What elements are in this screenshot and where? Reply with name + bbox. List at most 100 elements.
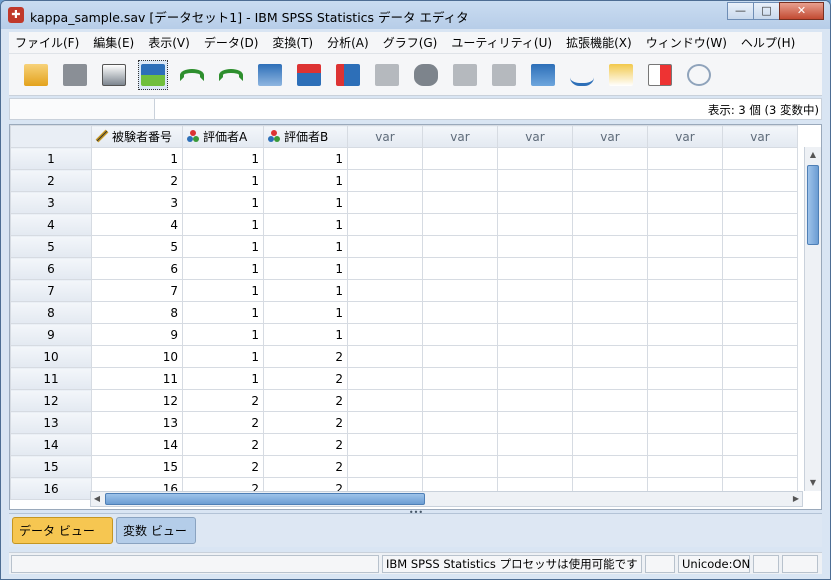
tab-variable-view[interactable]: 変数 ビュー <box>116 517 196 544</box>
empty-cell[interactable] <box>722 279 798 302</box>
empty-cell[interactable] <box>647 345 723 368</box>
empty-cell[interactable] <box>422 389 498 412</box>
empty-cell[interactable] <box>422 169 498 192</box>
empty-cell[interactable] <box>722 323 798 346</box>
redo-icon[interactable] <box>216 60 246 90</box>
empty-cell[interactable] <box>347 235 423 258</box>
data-cell[interactable]: 1 <box>182 345 264 368</box>
data-cell[interactable]: 13 <box>91 411 183 434</box>
minimize-button[interactable]: — <box>727 2 754 20</box>
empty-cell[interactable] <box>572 323 648 346</box>
empty-cell[interactable] <box>347 213 423 236</box>
goto-case-icon[interactable] <box>255 60 285 90</box>
empty-cell[interactable] <box>647 433 723 456</box>
empty-cell[interactable] <box>422 345 498 368</box>
empty-cell[interactable] <box>497 411 573 434</box>
empty-cell[interactable] <box>647 257 723 280</box>
data-cell[interactable]: 2 <box>182 411 264 434</box>
row-number[interactable]: 3 <box>10 191 92 214</box>
empty-cell[interactable] <box>497 301 573 324</box>
row-number[interactable]: 9 <box>10 323 92 346</box>
menu-file[interactable]: ファイル(F) <box>9 34 85 51</box>
empty-cell[interactable] <box>647 169 723 192</box>
empty-cell[interactable] <box>347 323 423 346</box>
empty-cell[interactable] <box>647 235 723 258</box>
menu-transform[interactable]: 変換(T) <box>266 34 319 51</box>
close-button[interactable]: ✕ <box>779 2 824 20</box>
empty-cell[interactable] <box>572 169 648 192</box>
data-cell[interactable]: 1 <box>182 323 264 346</box>
data-cell[interactable]: 1 <box>263 169 348 192</box>
data-cell[interactable]: 1 <box>263 279 348 302</box>
column-header-1[interactable]: 被験者番号 <box>91 125 183 148</box>
scroll-up-icon[interactable]: ▲ <box>807 148 819 162</box>
cell-reference-field[interactable] <box>10 99 155 119</box>
empty-cell[interactable] <box>572 433 648 456</box>
select-cases-icon[interactable] <box>606 60 636 90</box>
empty-cell[interactable] <box>497 147 573 170</box>
empty-cell[interactable] <box>722 455 798 478</box>
empty-cell[interactable] <box>347 455 423 478</box>
data-cell[interactable]: 5 <box>91 235 183 258</box>
empty-cell[interactable] <box>572 301 648 324</box>
empty-cell[interactable] <box>722 147 798 170</box>
weight-cases-icon[interactable] <box>567 60 597 90</box>
row-number[interactable]: 8 <box>10 301 92 324</box>
empty-cell[interactable] <box>572 235 648 258</box>
empty-cell[interactable] <box>722 367 798 390</box>
data-cell[interactable]: 1 <box>263 147 348 170</box>
empty-cell[interactable] <box>572 213 648 236</box>
menu-analyze[interactable]: 分析(A) <box>321 34 375 51</box>
empty-cell[interactable] <box>497 455 573 478</box>
empty-cell[interactable] <box>347 257 423 280</box>
empty-cell[interactable] <box>647 279 723 302</box>
vertical-scroll-thumb[interactable] <box>807 165 819 245</box>
save-icon[interactable] <box>60 60 90 90</box>
data-cell[interactable]: 2 <box>182 455 264 478</box>
data-cell[interactable]: 1 <box>182 213 264 236</box>
horizontal-scroll-thumb[interactable] <box>105 493 425 505</box>
row-number[interactable]: 6 <box>10 257 92 280</box>
corner-cell[interactable] <box>10 125 92 148</box>
row-number[interactable]: 16 <box>10 477 92 500</box>
use-sets-icon[interactable] <box>684 60 714 90</box>
data-cell[interactable]: 2 <box>182 433 264 456</box>
empty-cell[interactable] <box>572 257 648 280</box>
open-folder-icon[interactable] <box>21 60 51 90</box>
data-cell[interactable]: 1 <box>182 301 264 324</box>
empty-cell[interactable] <box>347 411 423 434</box>
row-number[interactable]: 14 <box>10 433 92 456</box>
empty-cell[interactable] <box>647 323 723 346</box>
empty-cell[interactable] <box>497 279 573 302</box>
menu-data[interactable]: データ(D) <box>198 34 265 51</box>
find-icon[interactable] <box>411 60 441 90</box>
empty-cell[interactable] <box>647 147 723 170</box>
empty-cell[interactable] <box>497 323 573 346</box>
empty-cell[interactable] <box>497 389 573 412</box>
empty-cell[interactable] <box>722 191 798 214</box>
data-cell[interactable]: 1 <box>182 169 264 192</box>
empty-cell[interactable] <box>347 367 423 390</box>
empty-cell[interactable] <box>647 411 723 434</box>
data-cell[interactable]: 8 <box>91 301 183 324</box>
data-cell[interactable]: 2 <box>182 389 264 412</box>
empty-cell[interactable] <box>422 257 498 280</box>
empty-cell[interactable] <box>497 213 573 236</box>
menu-window[interactable]: ウィンドウ(W) <box>640 34 733 51</box>
menu-extensions[interactable]: 拡張機能(X) <box>560 34 638 51</box>
empty-cell[interactable] <box>647 213 723 236</box>
empty-cell[interactable] <box>422 367 498 390</box>
data-cell[interactable]: 1 <box>182 147 264 170</box>
data-cell[interactable]: 9 <box>91 323 183 346</box>
empty-cell[interactable] <box>722 213 798 236</box>
tab-data-view[interactable]: データ ビュー <box>12 517 113 544</box>
empty-variable-header[interactable]: var <box>572 125 648 148</box>
empty-variable-header[interactable]: var <box>347 125 423 148</box>
empty-cell[interactable] <box>722 235 798 258</box>
row-number[interactable]: 13 <box>10 411 92 434</box>
menu-help[interactable]: ヘルプ(H) <box>735 34 801 51</box>
data-cell[interactable]: 1 <box>182 257 264 280</box>
data-cell[interactable]: 1 <box>263 191 348 214</box>
empty-cell[interactable] <box>722 411 798 434</box>
empty-variable-header[interactable]: var <box>722 125 798 148</box>
